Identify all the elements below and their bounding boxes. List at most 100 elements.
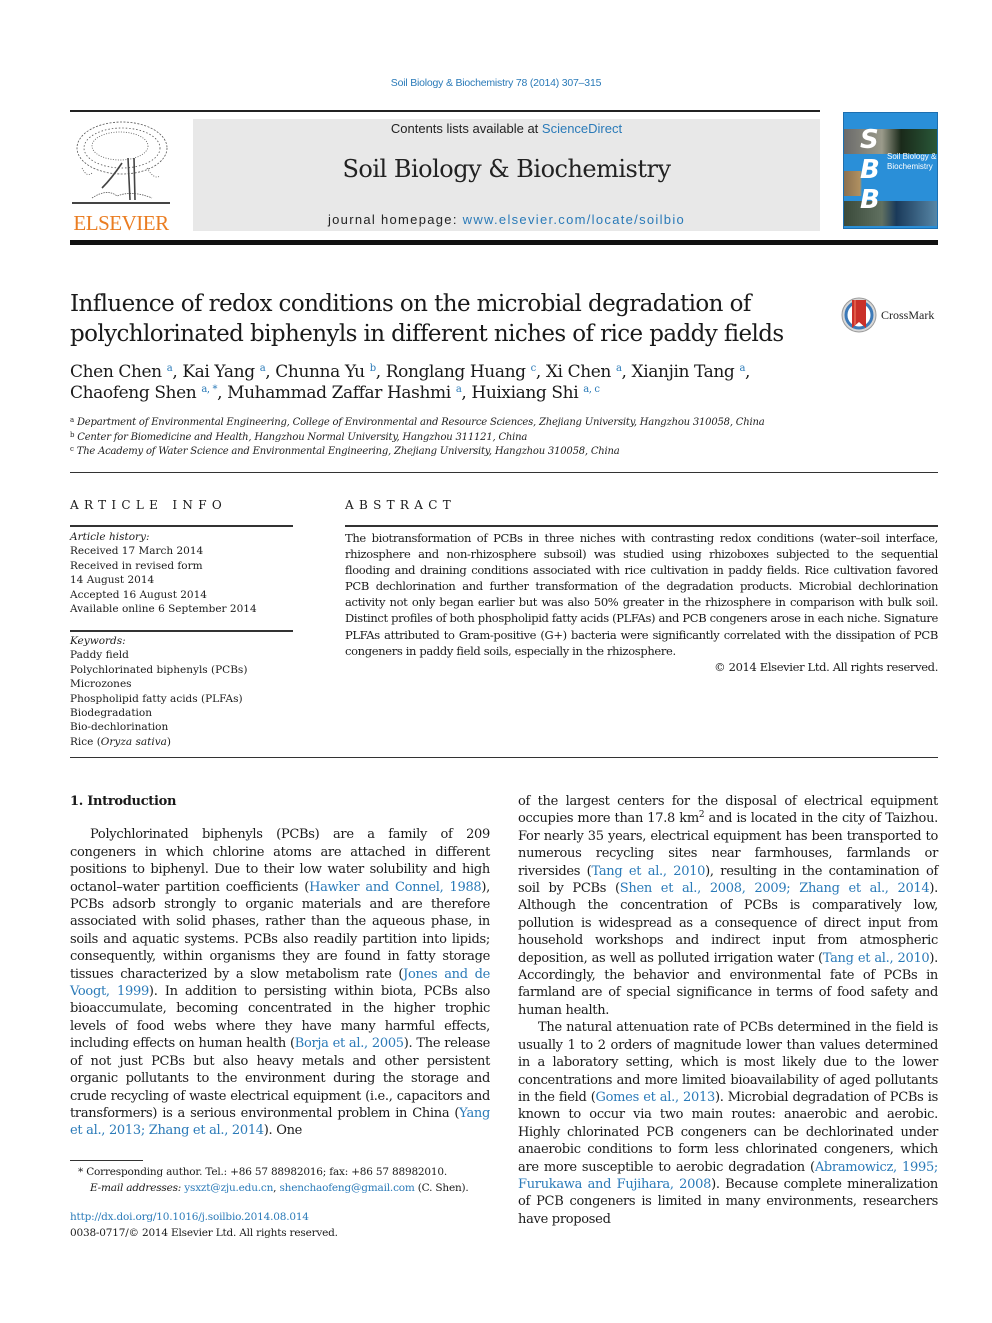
- divider: [70, 757, 938, 758]
- text-run: ). One: [263, 1123, 303, 1139]
- affiliation-list: a Department of Environmental Engineerin…: [70, 416, 870, 460]
- footnote-rule: [70, 1160, 143, 1161]
- journal-cover-image[interactable]: S B B Soil Biology & Biochemistry: [843, 112, 938, 229]
- keywords-label: Keywords:: [70, 635, 126, 647]
- history-item: Accepted 16 August 2014: [70, 588, 207, 601]
- author-name: Chaofeng Shen: [70, 383, 197, 403]
- journal-citation-link[interactable]: Soil Biology & Biochemistry 78 (2014) 30…: [0, 77, 992, 89]
- keyword: Polychlorinated biphenyls (PCBs): [70, 663, 248, 676]
- section-heading: 1. Introduction: [70, 794, 177, 809]
- homepage-prefix: journal homepage:: [327, 212, 463, 227]
- elsevier-tree-icon: [72, 121, 170, 204]
- author-name: Ronglang Huang: [385, 362, 526, 382]
- cover-letter: B: [860, 155, 880, 185]
- affiliation-key: c: [70, 445, 74, 453]
- cover-photo-strip: [844, 129, 937, 154]
- corresponding-text: Corresponding author. Tel.: +86 57 88982…: [86, 1166, 447, 1178]
- keyword: Biodegradation: [70, 707, 152, 720]
- keyword-species: Oryza sativa: [100, 735, 167, 748]
- header-rule-thick: [70, 240, 938, 245]
- elsevier-logo[interactable]: ELSEVIER: [70, 118, 172, 236]
- affiliation: b Center for Biomedicine and Health, Han…: [70, 431, 870, 446]
- citation-link[interactable]: Borja et al., 2005: [295, 1036, 404, 1051]
- sciencedirect-link[interactable]: ScienceDirect: [542, 121, 622, 136]
- homepage-line: journal homepage: www.elsevier.com/locat…: [193, 212, 820, 227]
- author[interactable]: Huixiang Shi a, c: [471, 383, 600, 403]
- body-column-left: 1. Introduction Polychlorinated biphenyl…: [70, 793, 490, 1140]
- keyword: Bio-dechlorination: [70, 721, 169, 734]
- history-item: Received in revised form: [70, 559, 203, 572]
- author-name: Muhammad Zaffar Hashmi: [227, 383, 451, 403]
- author-list: Chen Chen a, Kai Yang a, Chunna Yu b, Ro…: [70, 362, 751, 403]
- affiliation-marker[interactable]: a: [739, 363, 745, 374]
- journal-banner: Contents lists available at ScienceDirec…: [193, 119, 820, 231]
- issn-line: 0038-0717/© 2014 Elsevier Ltd. All right…: [70, 1226, 338, 1239]
- corresponding-author-note: * Corresponding author. Tel.: +86 57 889…: [70, 1165, 500, 1181]
- author-name: Chunna Yu: [275, 362, 365, 382]
- affiliation-marker[interactable]: a, *: [201, 384, 217, 395]
- abstract-text: The biotransformation of PCBs in three n…: [345, 531, 938, 658]
- author[interactable]: Kai Yang a: [182, 362, 265, 382]
- author[interactable]: Xi Chen a: [546, 362, 622, 382]
- affiliation-text: Department of Environmental Engineering,…: [76, 417, 765, 428]
- keyword-part: ): [166, 735, 172, 748]
- affiliation-marker[interactable]: a: [260, 363, 266, 374]
- author[interactable]: Chen Chen a: [70, 362, 173, 382]
- affiliation-marker[interactable]: c: [531, 363, 537, 374]
- keyword: Phospholipid fatty acids (PLFAs): [70, 692, 243, 705]
- citation-link[interactable]: Shen et al., 2008, 2009; Zhang et al., 2…: [620, 881, 930, 896]
- article-title: Influence of redox conditions on the mic…: [70, 289, 810, 349]
- email-link[interactable]: shenchaofeng@gmail.com: [279, 1182, 414, 1194]
- affiliation-marker[interactable]: b: [370, 363, 376, 374]
- author-name: Kai Yang: [182, 362, 255, 382]
- author-name: Huixiang Shi: [471, 383, 579, 403]
- title-line: Influence of redox conditions on the mic…: [70, 291, 751, 317]
- author[interactable]: Chunna Yu b: [275, 362, 376, 382]
- author[interactable]: Ronglang Huang c: [386, 362, 536, 382]
- keywords: Keywords: Paddy field Polychlorinated bi…: [70, 634, 295, 749]
- affiliation-marker[interactable]: a: [456, 384, 462, 395]
- author-name: Xianjin Tang: [631, 362, 735, 382]
- author[interactable]: Xianjin Tang a: [631, 362, 746, 382]
- elsevier-wordmark: ELSEVIER: [73, 211, 169, 235]
- footnote-marker: *: [78, 1166, 84, 1178]
- doi-block: http://dx.doi.org/10.1016/j.soilbio.2014…: [70, 1210, 500, 1241]
- affiliation-marker[interactable]: a: [167, 363, 173, 374]
- paragraph: Polychlorinated biphenyls (PCBs) are a f…: [70, 826, 490, 1139]
- citation-link[interactable]: Tang et al., 2010: [591, 864, 705, 879]
- contents-line: Contents lists available at ScienceDirec…: [193, 121, 820, 136]
- divider: [70, 525, 293, 527]
- crossmark-label: CrossMark: [881, 308, 935, 322]
- article-history: Article history: Received 17 March 2014 …: [70, 530, 295, 616]
- abstract: The biotransformation of PCBs in three n…: [345, 530, 938, 675]
- citation-link[interactable]: Gomes et al., 2013: [596, 1090, 716, 1105]
- email-label: E-mail addresses:: [90, 1181, 182, 1194]
- cover-title-line: Biochemistry: [887, 162, 933, 171]
- cover-photo-strip: [844, 201, 937, 226]
- footnote: * Corresponding author. Tel.: +86 57 889…: [70, 1165, 500, 1196]
- citation-link[interactable]: Hawker and Connel, 1988: [309, 880, 482, 895]
- history-item: 14 August 2014: [70, 574, 155, 587]
- author[interactable]: Muhammad Zaffar Hashmi a: [227, 383, 462, 403]
- crossmark-badge[interactable]: CrossMark: [840, 296, 940, 336]
- doi-link[interactable]: http://dx.doi.org/10.1016/j.soilbio.2014…: [70, 1210, 500, 1226]
- crossmark-icon: [841, 297, 877, 333]
- cover-letter: S: [860, 125, 879, 155]
- email-suffix: (C. Shen).: [414, 1181, 469, 1194]
- divider: [70, 630, 293, 632]
- affiliation-marker[interactable]: a: [616, 363, 622, 374]
- journal-homepage-link[interactable]: www.elsevier.com/locate/soilbio: [463, 212, 685, 227]
- divider: [345, 525, 938, 527]
- article-info-heading: ARTICLE INFO: [70, 498, 227, 512]
- affiliation-marker[interactable]: a, c: [583, 384, 600, 395]
- affiliation: c The Academy of Water Science and Envir…: [70, 445, 870, 460]
- keyword: Rice (Oryza sativa): [70, 735, 295, 749]
- cover-letter: B: [860, 185, 880, 215]
- affiliation-key: b: [70, 430, 75, 439]
- email-link[interactable]: ysxzt@zju.edu.cn: [184, 1182, 273, 1194]
- paragraph: The natural attenuation rate of PCBs det…: [518, 1019, 938, 1228]
- affiliation: a Department of Environmental Engineerin…: [70, 416, 870, 431]
- journal-name: Soil Biology & Biochemistry: [342, 155, 671, 183]
- citation-link[interactable]: Tang et al., 2010: [823, 951, 930, 966]
- author[interactable]: Chaofeng Shen a, *: [70, 383, 217, 403]
